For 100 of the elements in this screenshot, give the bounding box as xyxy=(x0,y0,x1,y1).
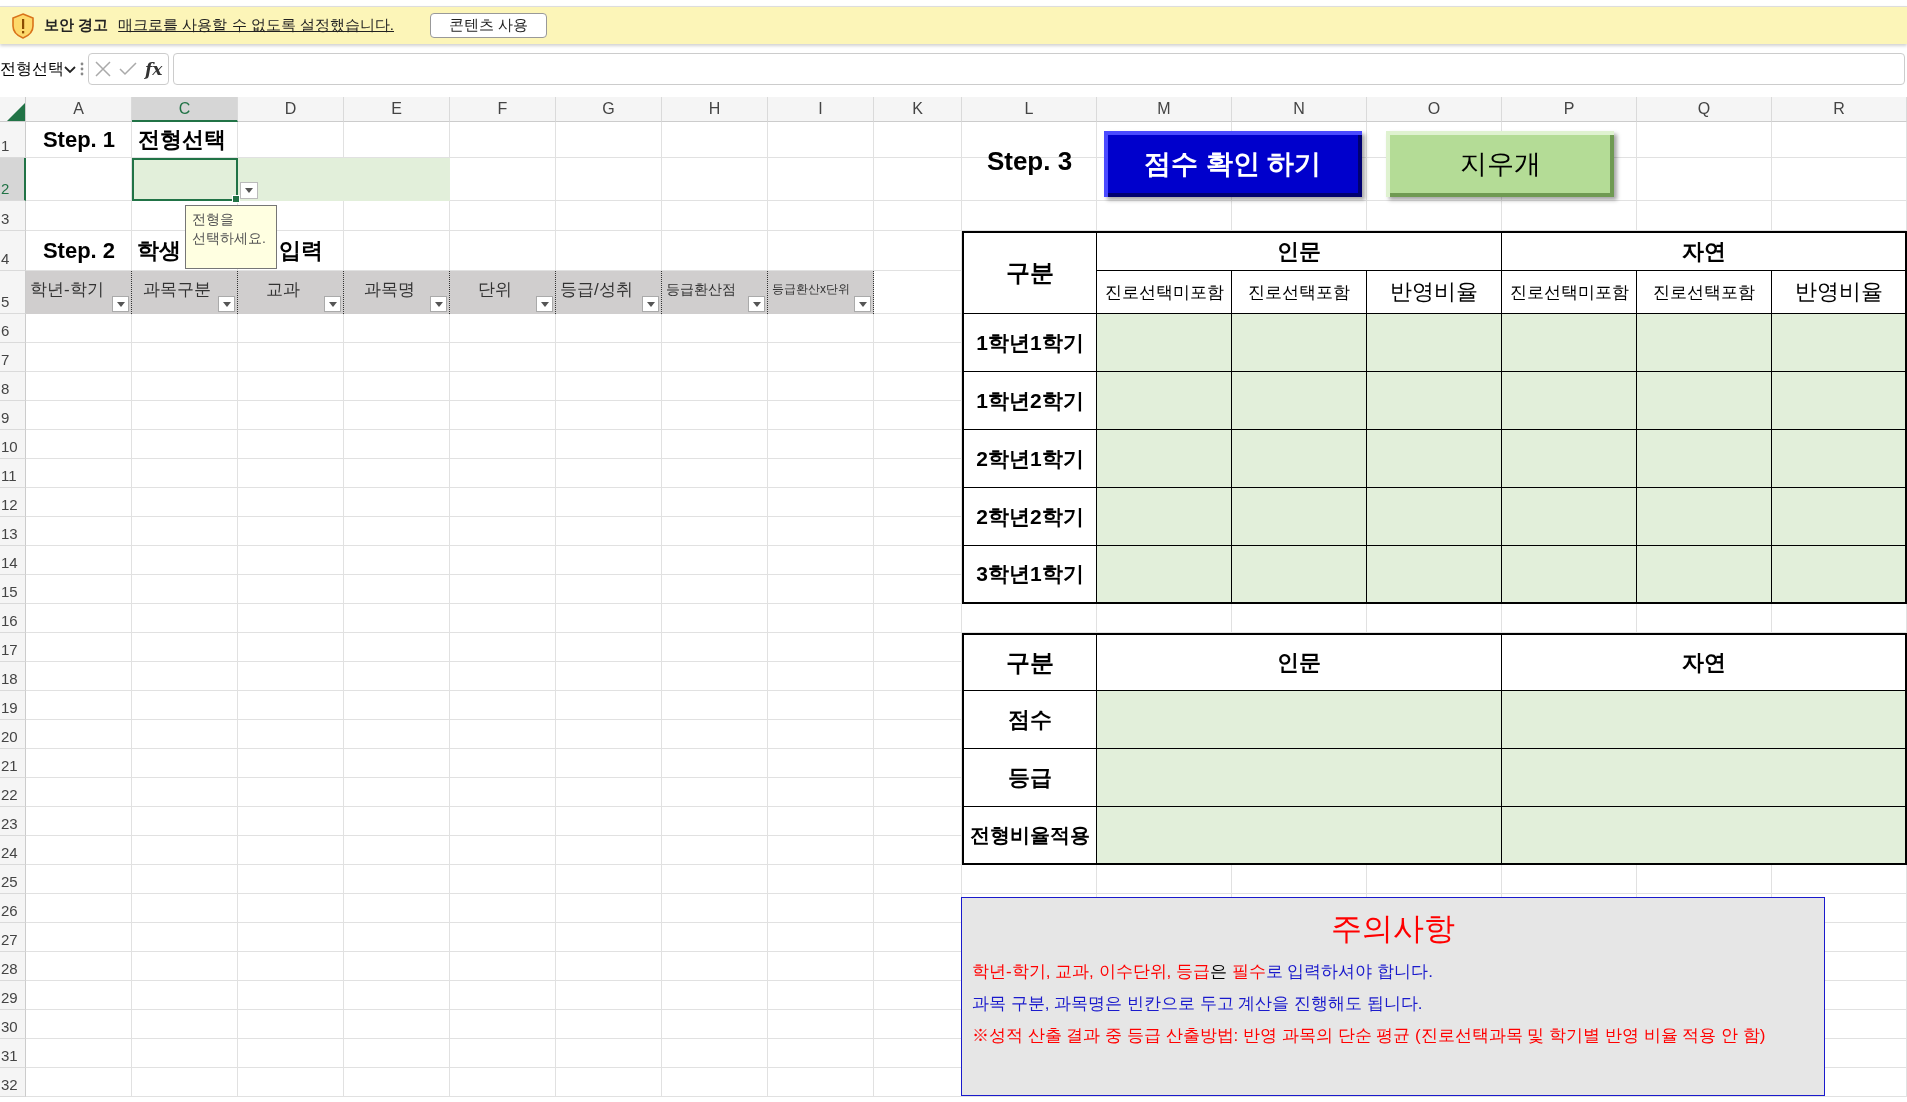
filter-button[interactable] xyxy=(748,296,765,312)
caret-down-icon xyxy=(858,301,867,307)
caret-down-icon xyxy=(328,301,337,307)
column-header[interactable]: D xyxy=(238,97,344,122)
column-header[interactable]: N xyxy=(1232,97,1367,122)
row-header[interactable]: 10 xyxy=(0,430,26,459)
filter-button[interactable] xyxy=(642,296,659,312)
name-box-value: 전형선택 xyxy=(0,59,64,77)
column-header-label: 등급환산x단위 xyxy=(772,281,850,298)
row-header[interactable]: 12 xyxy=(0,488,26,517)
row-header[interactable]: 26 xyxy=(0,894,26,923)
column-header[interactable]: L xyxy=(962,97,1097,122)
column-header[interactable]: H xyxy=(662,97,768,122)
action-button[interactable]: 점수 확인 하기 xyxy=(1104,131,1362,197)
row-header[interactable]: 23 xyxy=(0,807,26,836)
filter-button[interactable] xyxy=(854,296,871,312)
fill-handle[interactable] xyxy=(232,195,240,203)
column-header[interactable]: A xyxy=(26,97,132,122)
row-header[interactable]: 4 xyxy=(0,231,26,271)
notice-text: 과목 구분, 과목명은 빈칸으로 두고 계산을 진행해도 됩니다. xyxy=(972,993,1424,1015)
row-header[interactable]: 1 xyxy=(0,122,26,158)
name-box[interactable]: 전형선택 xyxy=(0,58,76,80)
row-header[interactable]: 6 xyxy=(0,314,26,343)
row-header[interactable]: 9 xyxy=(0,401,26,430)
section-title: 전형선택 xyxy=(137,126,227,154)
row-header[interactable]: 5 xyxy=(0,271,26,314)
row-header[interactable]: 14 xyxy=(0,546,26,575)
row-header[interactable]: 25 xyxy=(0,865,26,894)
filter-button[interactable] xyxy=(430,296,447,312)
column-header[interactable]: O xyxy=(1367,97,1502,122)
row-header[interactable]: 31 xyxy=(0,1039,26,1068)
caret-down-icon xyxy=(540,301,549,307)
table-header-cell: 구분 xyxy=(962,633,1097,691)
dropdown-button[interactable] xyxy=(240,182,258,199)
column-header[interactable]: G xyxy=(556,97,662,122)
check-icon[interactable] xyxy=(119,62,137,76)
table-header-cell: 구분 xyxy=(962,231,1097,314)
row-header[interactable]: 3 xyxy=(0,201,26,231)
column-header[interactable]: P xyxy=(1502,97,1637,122)
step-label: Step. 1 xyxy=(41,126,117,154)
filter-button[interactable] xyxy=(112,296,129,312)
row-header[interactable]: 20 xyxy=(0,720,26,749)
row-header[interactable]: 30 xyxy=(0,1010,26,1039)
action-button[interactable]: 지우개 xyxy=(1386,131,1614,197)
caret-down-icon xyxy=(245,188,253,193)
enable-content-button[interactable]: 콘텐츠 사용 xyxy=(430,13,548,38)
vertical-dots-icon xyxy=(80,62,84,76)
column-header[interactable]: C xyxy=(132,97,238,122)
row-header[interactable]: 32 xyxy=(0,1068,26,1097)
table-header-cell: 인문 xyxy=(1097,231,1502,271)
row-header[interactable]: 21 xyxy=(0,749,26,778)
row-header[interactable]: 28 xyxy=(0,952,26,981)
notice-text: ※성적 산출 결과 중 등급 산출방법: 반영 과목의 단순 평균 (진로선택과목 및 학기별 반영 비율 적용 안 함) xyxy=(972,1025,1767,1047)
table-header-cell: 자연 xyxy=(1502,633,1907,691)
row-header[interactable]: 13 xyxy=(0,517,26,546)
row-label-cell: 전형비율적용 xyxy=(962,807,1097,865)
row-header[interactable]: 16 xyxy=(0,604,26,633)
row-header[interactable]: 18 xyxy=(0,662,26,691)
notice-text: 학년-학기, 교과, 이수단위, 등급은 필수로 입력하셔야 합니다. xyxy=(972,961,1434,983)
row-header[interactable]: 15 xyxy=(0,575,26,604)
column-header[interactable]: M xyxy=(1097,97,1232,122)
table-header-cell: 자연 xyxy=(1502,231,1907,271)
row-label-cell: 1학년1학기 xyxy=(962,314,1097,372)
row-header[interactable]: 17 xyxy=(0,633,26,662)
row-header[interactable]: 27 xyxy=(0,923,26,952)
corner-triangle-icon xyxy=(7,103,25,121)
row-header[interactable]: 8 xyxy=(0,372,26,401)
notice-title: 주의사항 xyxy=(1330,910,1456,948)
table-header-cell: 진로선택포함 xyxy=(1637,271,1772,314)
row-header[interactable]: 7 xyxy=(0,343,26,372)
table-header-cell: 진로선택포함 xyxy=(1232,271,1367,314)
column-header[interactable]: R xyxy=(1772,97,1907,122)
row-header[interactable]: 22 xyxy=(0,778,26,807)
row-label-cell: 등급 xyxy=(962,749,1097,807)
column-header[interactable]: E xyxy=(344,97,450,122)
row-header[interactable]: 24 xyxy=(0,836,26,865)
warning-message-link[interactable]: 매크로를 사용할 수 없도록 설정했습니다. xyxy=(118,16,394,35)
filter-button[interactable] xyxy=(324,296,341,312)
table-header-cell: 진로선택미포함 xyxy=(1097,271,1232,314)
row-label-cell: 1학년2학기 xyxy=(962,372,1097,430)
row-header[interactable]: 2 xyxy=(0,158,26,201)
column-header[interactable]: K xyxy=(874,97,962,122)
column-header[interactable]: Q xyxy=(1637,97,1772,122)
select-all-button[interactable] xyxy=(0,97,26,122)
input-tooltip: 전형을 선택하세요. xyxy=(185,205,277,269)
column-header[interactable]: F xyxy=(450,97,556,122)
filter-button[interactable] xyxy=(218,296,235,312)
column-header-label: 단위 xyxy=(477,279,513,301)
row-label-cell: 2학년1학기 xyxy=(962,430,1097,488)
row-label-cell: 3학년1학기 xyxy=(962,546,1097,604)
row-header[interactable]: 19 xyxy=(0,691,26,720)
selected-cell[interactable] xyxy=(132,158,238,201)
filter-button[interactable] xyxy=(536,296,553,312)
caret-down-icon xyxy=(222,301,231,307)
insert-function-button[interactable]: fx xyxy=(145,59,163,79)
row-header[interactable]: 29 xyxy=(0,981,26,1010)
warning-shield-icon xyxy=(12,12,34,39)
column-header[interactable]: I xyxy=(768,97,874,122)
formula-input[interactable] xyxy=(173,53,1905,85)
row-header[interactable]: 11 xyxy=(0,459,26,488)
